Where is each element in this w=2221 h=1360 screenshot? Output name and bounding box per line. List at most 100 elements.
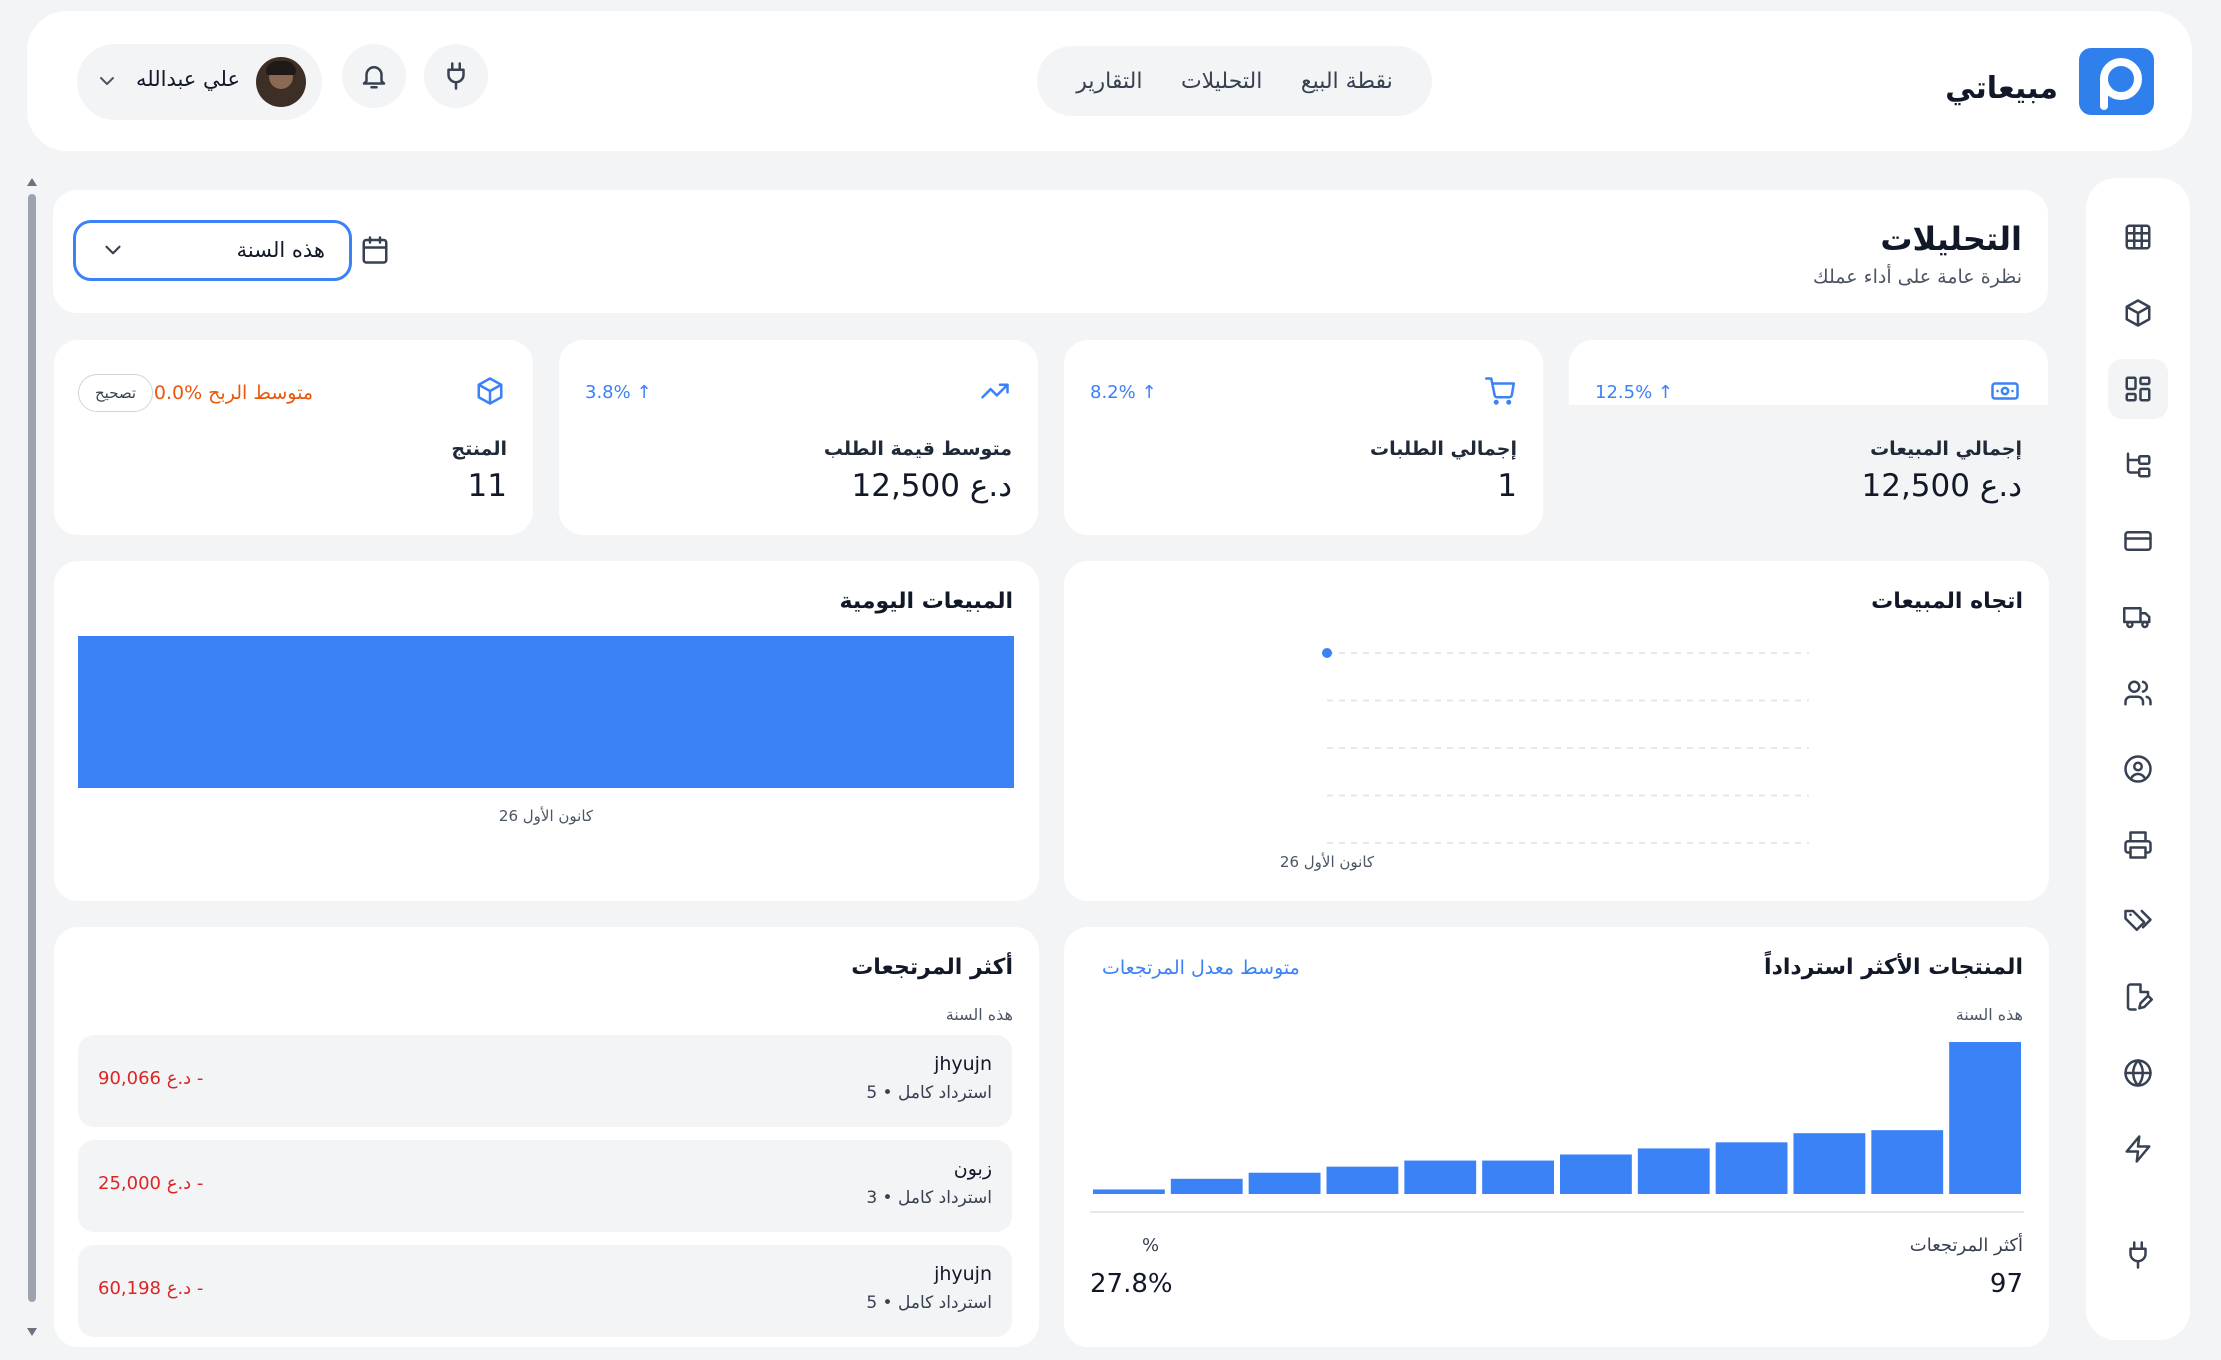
return-detail: استرداد كامل • 5 xyxy=(866,1083,992,1103)
package-icon xyxy=(477,377,503,405)
sidebar-item-products[interactable] xyxy=(2108,283,2168,343)
scroll-thumb[interactable] xyxy=(28,194,36,1302)
stat-card-product: المنتج 11 متوسط الربح %0.0 تصحيح xyxy=(54,340,533,535)
user-circle-icon xyxy=(2124,755,2152,783)
user-menu[interactable]: علي عبدالله xyxy=(77,44,322,120)
main-nav: نقطة البيع التحليلات التقارير xyxy=(1037,46,1432,116)
top-header: مبيعاتي نقطة البيع التحليلات التقارير عل… xyxy=(27,11,2192,151)
stat-card-avg-order-value: متوسط قيمة الطلب د.ع 12,500 3.8% ↑ xyxy=(559,340,1038,535)
sidebar-item-categories[interactable] xyxy=(2108,435,2168,495)
bar xyxy=(1093,1189,1165,1194)
bar xyxy=(1949,1042,2021,1194)
notifications-button[interactable] xyxy=(342,44,406,108)
hierarchy-icon xyxy=(2126,452,2151,478)
stat-label: المنتج xyxy=(451,438,507,460)
period-select[interactable]: هذه السنة xyxy=(73,220,352,281)
plug-icon xyxy=(2129,1241,2147,1269)
list-item[interactable]: jhyujn استرداد كامل • 5 - د.ع 90,066 xyxy=(78,1035,1012,1127)
bar xyxy=(78,636,1014,788)
bar xyxy=(1793,1133,1866,1194)
bar xyxy=(1326,1166,1399,1194)
avg-profit-text: متوسط الربح %0.0 xyxy=(153,382,313,404)
stat-trend: 12.5% ↑ xyxy=(1595,382,1673,403)
stat-card-total-orders: إجمالي الطلبات 1 8.2% ↑ xyxy=(1064,340,1543,535)
stat-card-total-sales: إجمالي المبيعات د.ع 12,500 12.5% ↑ xyxy=(1569,340,2048,535)
sidebar-item-profile[interactable] xyxy=(2108,739,2168,799)
x-tick-label: كانون الأول 26 xyxy=(1280,852,1375,871)
card-subtitle: هذه السنة xyxy=(945,1005,1013,1024)
daily-sales-chart: كانون الأول 26 xyxy=(78,636,1014,825)
scroll-up-arrow[interactable] xyxy=(27,178,37,186)
banknote-icon xyxy=(1991,382,2019,400)
stat-value: 1 xyxy=(1497,468,1517,504)
page-subtitle: نظرة عامة على أداء عملك xyxy=(1813,266,2022,288)
top-refunded-chart xyxy=(1090,1042,2024,1213)
sidebar-item-discounts[interactable] xyxy=(2108,891,2168,951)
avatar xyxy=(256,57,306,107)
sidebar-item-integrations[interactable] xyxy=(2108,1225,2168,1285)
plug-button[interactable] xyxy=(424,44,488,108)
truck-icon xyxy=(2123,607,2151,629)
top-returns-card: أكثر المرتجعات هذه السنة jhyujn استرداد … xyxy=(54,927,1039,1347)
bar xyxy=(1404,1160,1477,1194)
trending-up-icon xyxy=(981,383,1009,399)
stat-label: إجمالي المبيعات xyxy=(1870,438,2022,460)
page-header: التحليلات نظرة عامة على أداء عملك هذه ال… xyxy=(53,190,2048,313)
list-item[interactable]: زبون استرداد كامل • 3 - د.ع 25,000 xyxy=(78,1140,1012,1232)
percent-value: 27.8% xyxy=(1090,1269,1173,1299)
nav-analytics[interactable]: التحليلات xyxy=(1181,69,1262,94)
calendar-icon[interactable] xyxy=(360,235,390,265)
scrollbar[interactable] xyxy=(26,178,38,1336)
top-refunded-card: المنتجات الأكثر استرداداً هذه السنة متوس… xyxy=(1064,927,2049,1347)
sidebar-item-grid[interactable] xyxy=(2108,207,2168,267)
bar xyxy=(1560,1154,1632,1194)
file-edit-icon xyxy=(2126,983,2153,1011)
bar xyxy=(1637,1148,1710,1194)
list-item[interactable]: jhyujn استرداد كامل • 5 - د.ع 60,198 xyxy=(78,1245,1012,1337)
grid-icon xyxy=(2125,224,2151,250)
page-title: التحليلات xyxy=(1880,220,2022,258)
return-customer: jhyujn xyxy=(934,1263,992,1285)
sidebar-item-analytics[interactable] xyxy=(2108,359,2168,419)
dashboard-icon xyxy=(2125,376,2151,402)
stat-label: متوسط قيمة الطلب xyxy=(823,438,1012,460)
return-amount: - د.ع 60,198 xyxy=(98,1278,204,1299)
return-amount: - د.ع 90,066 xyxy=(98,1068,204,1089)
sales-trend-chart: كانون الأول 26 xyxy=(1280,648,1809,871)
return-detail: استرداد كامل • 5 xyxy=(866,1293,992,1313)
scroll-down-arrow[interactable] xyxy=(27,1328,37,1336)
brand-logo[interactable] xyxy=(2079,48,2154,115)
user-name: علي عبدالله xyxy=(136,67,240,91)
sidebar-item-payments[interactable] xyxy=(2108,511,2168,571)
sidebar-item-printing[interactable] xyxy=(2108,815,2168,875)
shopping-cart-icon xyxy=(1485,377,1515,405)
return-customer: jhyujn xyxy=(934,1053,992,1075)
zap-icon xyxy=(2125,1135,2151,1163)
users-icon xyxy=(2124,680,2152,706)
sidebar-item-quick[interactable] xyxy=(2108,1119,2168,1179)
fix-button[interactable]: تصحيح xyxy=(78,374,154,412)
nav-reports[interactable]: التقارير xyxy=(1076,69,1142,94)
stat-trend: 8.2% ↑ xyxy=(1090,382,1157,403)
daily-sales-card: المبيعات اليومية كانون الأول 26 xyxy=(54,561,1039,901)
sidebar-item-language[interactable] xyxy=(2108,1043,2168,1103)
return-customer: زبون xyxy=(953,1158,992,1180)
plug-icon xyxy=(447,62,465,90)
bar xyxy=(1715,1142,1788,1194)
stat-value: د.ع 12,500 xyxy=(851,468,1013,504)
percent-label: % xyxy=(1142,1235,1160,1256)
bar xyxy=(1248,1172,1321,1194)
period-select-value: هذه السنة xyxy=(236,238,325,262)
brand-name: مبيعاتي xyxy=(1945,71,2058,106)
most-returns-value: 97 xyxy=(1989,1269,2023,1299)
sidebar-item-customers[interactable] xyxy=(2108,663,2168,723)
sidebar-item-delivery[interactable] xyxy=(2108,587,2168,647)
nav-pos[interactable]: نقطة البيع xyxy=(1301,69,1393,94)
globe-icon xyxy=(2124,1059,2152,1087)
printer-icon xyxy=(2124,831,2152,859)
sidebar-item-invoices[interactable] xyxy=(2108,967,2168,1027)
card-title: أكثر المرتجعات xyxy=(851,955,1013,980)
return-detail: استرداد كامل • 3 xyxy=(866,1188,992,1208)
bell-icon xyxy=(362,66,386,89)
chevron-down-icon xyxy=(105,245,121,255)
